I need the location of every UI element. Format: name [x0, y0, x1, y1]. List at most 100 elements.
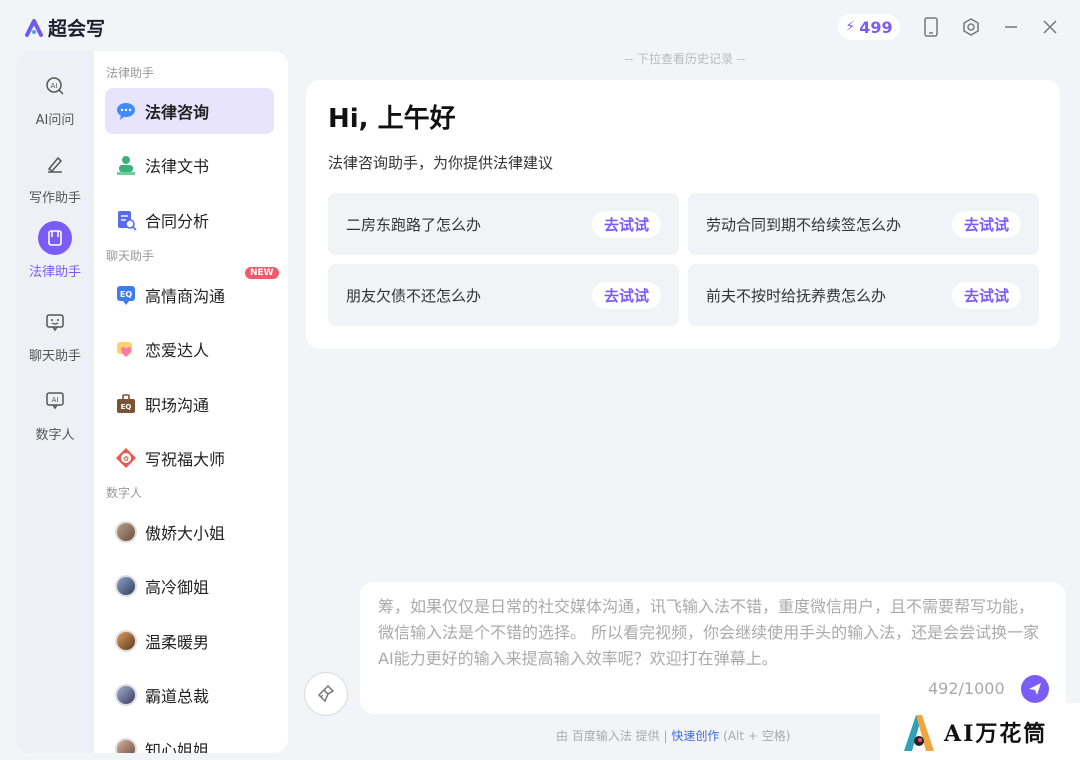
rail-label: 写作助手 [28, 191, 81, 206]
footer-suffix: (Alt + 空格) [719, 729, 791, 743]
greeting: Hi, 上午好 [328, 104, 456, 134]
avatar [115, 684, 137, 706]
speech-bubble-icon [115, 100, 137, 122]
list-item-label: 合同分析 [145, 212, 210, 231]
list-item-eq-communication[interactable]: EQ 高情商沟通 [105, 272, 274, 318]
list-item-label: 法律文书 [145, 157, 210, 176]
minimize-icon[interactable] [1000, 16, 1022, 38]
digital-human-icon: AI [38, 384, 72, 418]
app-logo-icon [25, 18, 43, 37]
avatar [115, 738, 137, 753]
list-item-label: 知心姐姐 [145, 741, 210, 753]
watermark: AI万花筒 [880, 703, 1080, 760]
list-item-label: 高情商沟通 [145, 287, 226, 306]
blessing-diamond-icon: ✿ [115, 447, 137, 469]
rail-item-chat[interactable]: 聊天助手 [16, 305, 94, 364]
list-item-caring-sister[interactable]: 知心姐姐 [105, 726, 274, 753]
avatar [115, 575, 137, 597]
eq-chat-icon: EQ [115, 284, 137, 306]
rail-item-digital-human[interactable]: AI 数字人 [16, 384, 94, 443]
try-button[interactable]: 去试试 [591, 210, 661, 238]
list-item-label: 傲娇大小姐 [145, 524, 226, 543]
rail-item-writing[interactable]: 写作助手 [16, 147, 94, 206]
list-item-workplace[interactable]: EQ 职场沟通 [105, 381, 274, 427]
list-item-contract-analysis[interactable]: 合同分析 [105, 197, 274, 243]
footer-hint: 由 百度输入法 提供 | 快速创作 (Alt + 空格) [556, 727, 790, 744]
credits-count: 499 [859, 17, 893, 37]
try-button[interactable]: 去试试 [951, 281, 1021, 309]
suggestion-text: 二房东跑路了怎么办 [346, 215, 482, 234]
assistant-subtitle: 法律咨询助手，为你提供法律建议 [328, 154, 554, 172]
section-title-digital: 数字人 [106, 486, 143, 500]
lightning-icon: ⚡ [845, 19, 856, 35]
try-button[interactable]: 去试试 [951, 210, 1021, 238]
list-item-domineering-ceo[interactable]: 霸道总裁 [105, 672, 274, 718]
lawyer-icon [115, 154, 137, 176]
char-counter: 492/1000 [928, 679, 1005, 698]
message-input[interactable]: 筹，如果仅仅是日常的社交媒体沟通，讯飞输入法不错，重度微信用户，且不需要帮写功能… [360, 582, 1066, 714]
title-bar: 超会写 ⚡ 499 [0, 0, 1080, 52]
rail-item-ai-ask[interactable]: AI AI问问 [16, 69, 94, 128]
watermark-text: AI万花筒 [944, 720, 1048, 747]
svg-text:✿: ✿ [123, 455, 129, 463]
svg-text:EQ: EQ [121, 403, 132, 411]
broom-icon [317, 684, 335, 703]
avatar [115, 630, 137, 652]
suggestion-card[interactable]: 朋友欠债不还怎么办 去试试 [328, 264, 679, 326]
input-text[interactable]: 筹，如果仅仅是日常的社交媒体沟通，讯飞输入法不错，重度微信用户，且不需要帮写功能… [378, 594, 1048, 672]
try-button[interactable]: 去试试 [591, 281, 661, 309]
list-item-legal-consult[interactable]: 法律咨询 [105, 88, 274, 134]
section-title-legal: 法律助手 [106, 66, 155, 80]
list-item-love-expert[interactable]: 恋爱达人 [105, 326, 274, 372]
close-icon[interactable] [1039, 16, 1061, 38]
assistant-list: 法律助手 法律咨询 法律文书 合同分析 聊天助手 NEW EQ 高情商沟通 恋爱… [94, 51, 288, 753]
list-item-label: 恋爱达人 [145, 341, 210, 360]
suggestion-card[interactable]: 劳动合同到期不给续签怎么办 去试试 [688, 193, 1039, 255]
footer-prefix: 由 百度输入法 提供 | [556, 729, 672, 743]
send-icon [1029, 683, 1041, 695]
clear-button[interactable] [304, 672, 348, 716]
welcome-card: Hi, 上午好 法律咨询助手，为你提供法律建议 二房东跑路了怎么办 去试试 劳动… [306, 80, 1060, 349]
svg-text:AI: AI [52, 396, 59, 404]
rail-item-legal[interactable]: 法律助手 [16, 221, 94, 280]
ai-chat-icon: AI [38, 69, 72, 103]
nav-rail: AI AI问问 写作助手 法律助手 聊天助手 AI 数字人 [16, 51, 94, 753]
kaleidoscope-logo-icon [904, 714, 934, 751]
mobile-icon[interactable] [920, 16, 942, 38]
rail-label: 法律助手 [28, 265, 81, 280]
rail-label: 数字人 [35, 428, 75, 443]
settings-icon[interactable] [960, 16, 982, 38]
list-item-label: 职场沟通 [145, 396, 210, 415]
list-item-label: 法律咨询 [145, 103, 210, 122]
list-item-label: 霸道总裁 [145, 687, 210, 706]
avatar [115, 521, 137, 543]
suggestion-text: 前夫不按时给抚养费怎么办 [706, 286, 887, 305]
rail-label: 聊天助手 [28, 349, 81, 364]
list-item-label: 高冷御姐 [145, 578, 210, 597]
briefcase-icon: EQ [115, 393, 137, 415]
suggestion-text: 劳动合同到期不给续签怎么办 [706, 215, 902, 234]
quick-create-link[interactable]: 快速创作 [671, 729, 719, 743]
rail-label: AI问问 [35, 113, 75, 128]
list-item-label: 写祝福大师 [145, 450, 226, 469]
svg-text:EQ: EQ [120, 290, 132, 299]
history-hint[interactable]: -- 下拉查看历史记录 -- [560, 50, 810, 67]
list-item-proud-lady[interactable]: 傲娇大小姐 [105, 509, 274, 555]
send-button[interactable] [1021, 675, 1049, 703]
suggestion-text: 朋友欠债不还怎么办 [346, 286, 482, 305]
list-item-legal-docs[interactable]: 法律文书 [105, 142, 274, 188]
suggestion-card[interactable]: 二房东跑路了怎么办 去试试 [328, 193, 679, 255]
chat-bubble-icon [38, 305, 72, 339]
list-item-gentle-guy[interactable]: 温柔暖男 [105, 618, 274, 664]
list-item-label: 温柔暖男 [145, 633, 210, 652]
list-item-cool-sister[interactable]: 高冷御姐 [105, 563, 274, 609]
contract-search-icon [115, 209, 137, 231]
brand: 超会写 [24, 14, 105, 41]
suggestion-card[interactable]: 前夫不按时给抚养费怎么办 去试试 [688, 264, 1039, 326]
list-item-blessing-master[interactable]: ✿ 写祝福大师 [105, 435, 274, 481]
legal-book-icon [38, 221, 72, 255]
credits-badge[interactable]: ⚡ 499 [838, 14, 900, 40]
app-name: 超会写 [48, 18, 106, 40]
pen-icon [38, 147, 72, 181]
svg-text:AI: AI [51, 82, 58, 90]
